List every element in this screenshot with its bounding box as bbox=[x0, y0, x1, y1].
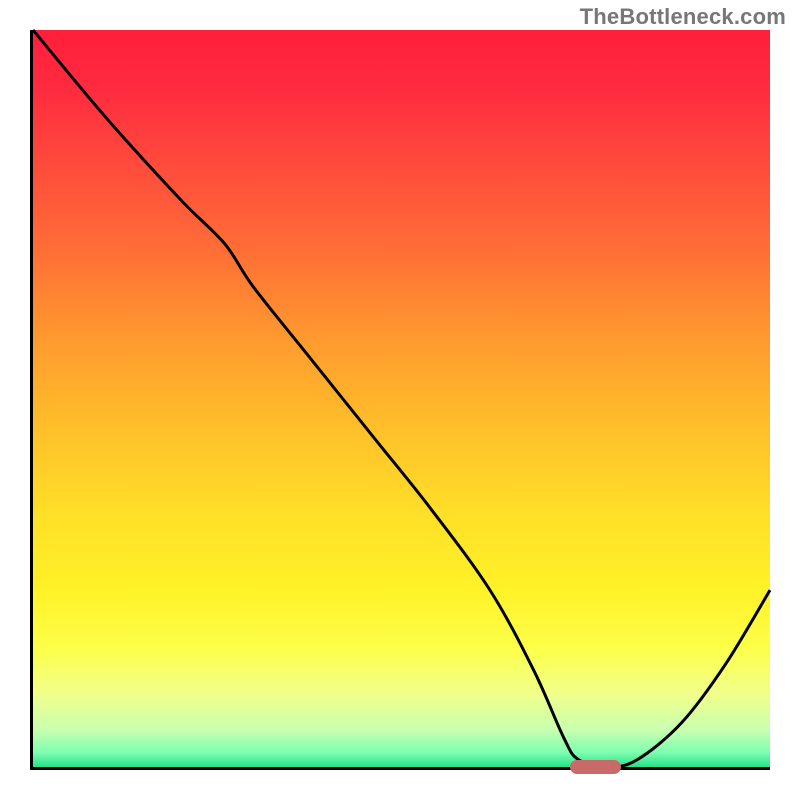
curve-layer bbox=[33, 30, 770, 767]
watermark-text: TheBottleneck.com bbox=[580, 4, 786, 30]
bottleneck-curve bbox=[33, 30, 770, 767]
chart-frame: TheBottleneck.com bbox=[0, 0, 800, 800]
plot-area bbox=[30, 30, 770, 770]
optimal-spot-marker bbox=[570, 760, 622, 774]
